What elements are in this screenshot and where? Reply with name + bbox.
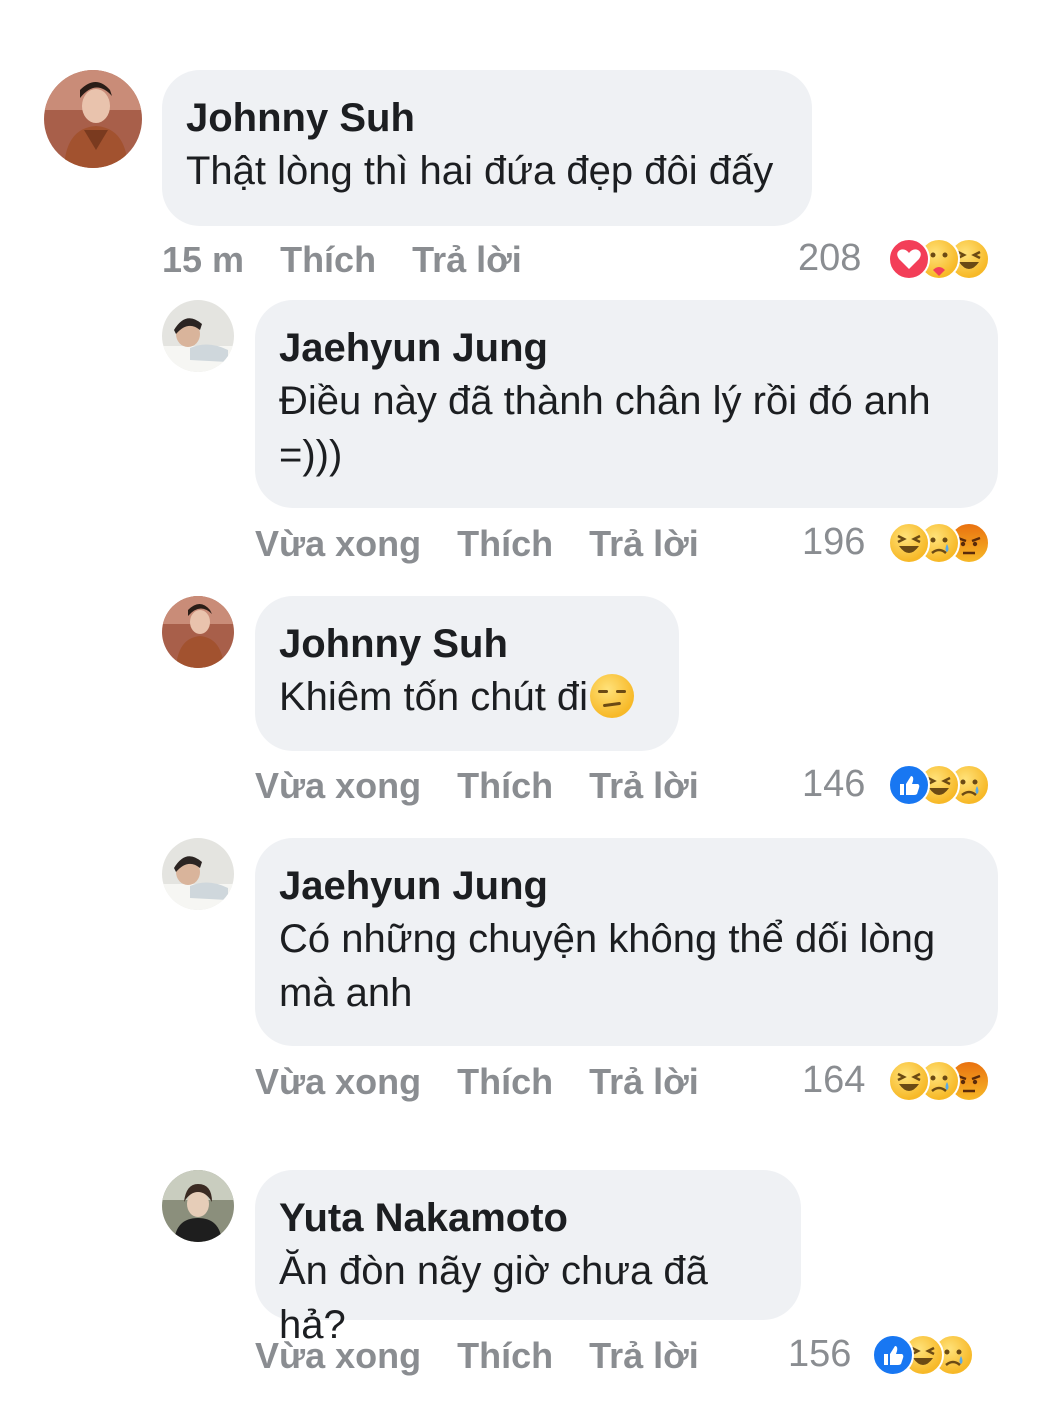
comment-text: Điều này đã thành chân lý rồi đó anh =))… bbox=[279, 379, 931, 477]
comment-actions: 15 m Thích Trả lời bbox=[162, 238, 548, 282]
comment-actions: Vừa xong Thích Trả lời bbox=[255, 764, 725, 808]
comment-actions: Vừa xong Thích Trả lời bbox=[255, 1060, 725, 1104]
love-icon bbox=[888, 238, 930, 280]
avatar-yuta-nakamoto[interactable] bbox=[162, 1170, 234, 1242]
reaction-count[interactable]: 146 bbox=[802, 762, 865, 806]
comment-actions: Vừa xong Thích Trả lời bbox=[255, 522, 725, 566]
reaction-icons[interactable] bbox=[888, 238, 1000, 280]
reaction-icons[interactable] bbox=[872, 1334, 984, 1376]
reaction-icons[interactable] bbox=[888, 522, 1000, 564]
comment-time[interactable]: 15 m bbox=[162, 239, 244, 280]
comment-text-content: Khiêm tốn chút đi bbox=[279, 675, 589, 719]
like-icon bbox=[888, 764, 930, 806]
reply-button[interactable]: Trả lời bbox=[412, 239, 522, 280]
comment-author[interactable]: Yuta Nakamoto bbox=[279, 1192, 777, 1244]
like-button[interactable]: Thích bbox=[280, 239, 376, 280]
avatar-jaehyun-jung[interactable] bbox=[162, 300, 234, 372]
comment-author[interactable]: Jaehyun Jung bbox=[279, 860, 974, 912]
comment-actions: Vừa xong Thích Trả lời bbox=[255, 1334, 725, 1378]
avatar-johnny-suh[interactable] bbox=[162, 596, 234, 668]
like-button[interactable]: Thích bbox=[457, 1335, 553, 1376]
reaction-count[interactable]: 208 bbox=[798, 236, 861, 280]
comment-author[interactable]: Johnny Suh bbox=[279, 618, 655, 670]
like-button[interactable]: Thích bbox=[457, 523, 553, 564]
avatar-jaehyun-jung[interactable] bbox=[162, 838, 234, 910]
reaction-icons[interactable] bbox=[888, 1060, 1000, 1102]
comment-time[interactable]: Vừa xong bbox=[255, 1335, 421, 1376]
like-icon bbox=[872, 1334, 914, 1376]
reaction-icons[interactable] bbox=[888, 764, 1000, 806]
reaction-count[interactable]: 156 bbox=[788, 1332, 851, 1376]
haha-icon bbox=[888, 1060, 930, 1102]
comment-text: Có những chuyện không thể dối lòng mà an… bbox=[279, 917, 936, 1015]
reaction-count[interactable]: 164 bbox=[802, 1058, 865, 1102]
like-button[interactable]: Thích bbox=[457, 765, 553, 806]
comment-bubble: Jaehyun Jung Có những chuyện không thể d… bbox=[255, 838, 998, 1046]
unamused-face-emoji bbox=[590, 674, 635, 718]
haha-icon bbox=[888, 522, 930, 564]
comment-text: Thật lòng thì hai đứa đẹp đôi đấy bbox=[186, 149, 774, 193]
like-button[interactable]: Thích bbox=[457, 1061, 553, 1102]
comment-bubble: Jaehyun Jung Điều này đã thành chân lý r… bbox=[255, 300, 998, 508]
comment-author[interactable]: Johnny Suh bbox=[186, 92, 788, 144]
reply-button[interactable]: Trả lời bbox=[589, 1061, 699, 1102]
reaction-count[interactable]: 196 bbox=[802, 520, 865, 564]
comment-time[interactable]: Vừa xong bbox=[255, 1061, 421, 1102]
reply-button[interactable]: Trả lời bbox=[589, 765, 699, 806]
reply-button[interactable]: Trả lời bbox=[589, 1335, 699, 1376]
comment-bubble: Johnny Suh Thật lòng thì hai đứa đẹp đôi… bbox=[162, 70, 812, 226]
reply-button[interactable]: Trả lời bbox=[589, 523, 699, 564]
comment-bubble: Johnny Suh Khiêm tốn chút đi bbox=[255, 596, 679, 751]
avatar-johnny-suh[interactable] bbox=[44, 70, 142, 168]
comment-bubble: Yuta Nakamoto Ăn đòn nãy giờ chưa đã hả? bbox=[255, 1170, 801, 1347]
comment-time[interactable]: Vừa xong bbox=[255, 765, 421, 806]
comment-text: Khiêm tốn chút đi bbox=[279, 670, 655, 724]
comment-author[interactable]: Jaehyun Jung bbox=[279, 322, 974, 374]
comment-time[interactable]: Vừa xong bbox=[255, 523, 421, 564]
